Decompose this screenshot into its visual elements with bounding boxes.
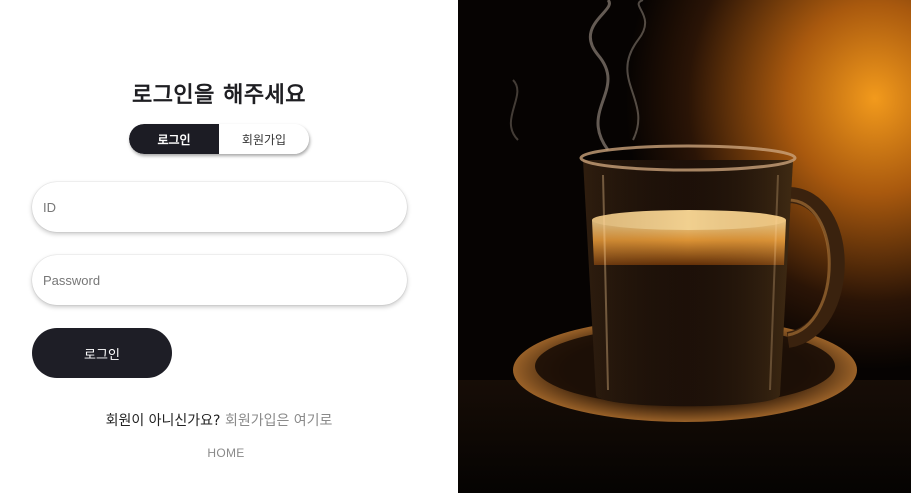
signup-link[interactable]: 회원가입은 여기로 — [225, 413, 333, 429]
id-input[interactable] — [32, 182, 407, 232]
hero-image-panel — [458, 0, 911, 493]
password-input[interactable] — [32, 255, 407, 305]
id-field-wrapper — [32, 182, 407, 232]
home-link[interactable]: HOME — [0, 446, 452, 460]
signup-prompt: 회원이 아니신가요? 회원가입은 여기로 — [0, 410, 438, 430]
signup-prompt-text: 회원이 아니신가요? — [105, 413, 221, 429]
login-panel: 로그인을 해주세요 로그인 회원가입 로그인 회원이 아니신가요? 회원가입은 … — [0, 0, 458, 493]
login-button[interactable]: 로그인 — [32, 328, 172, 378]
password-field-wrapper — [32, 255, 407, 305]
tab-login[interactable]: 로그인 — [129, 124, 219, 154]
coffee-cup-photo — [458, 0, 911, 493]
page-title: 로그인을 해주세요 — [131, 83, 307, 108]
tab-signup[interactable]: 회원가입 — [219, 124, 309, 154]
auth-tab-toggle: 로그인 회원가입 — [129, 124, 309, 154]
